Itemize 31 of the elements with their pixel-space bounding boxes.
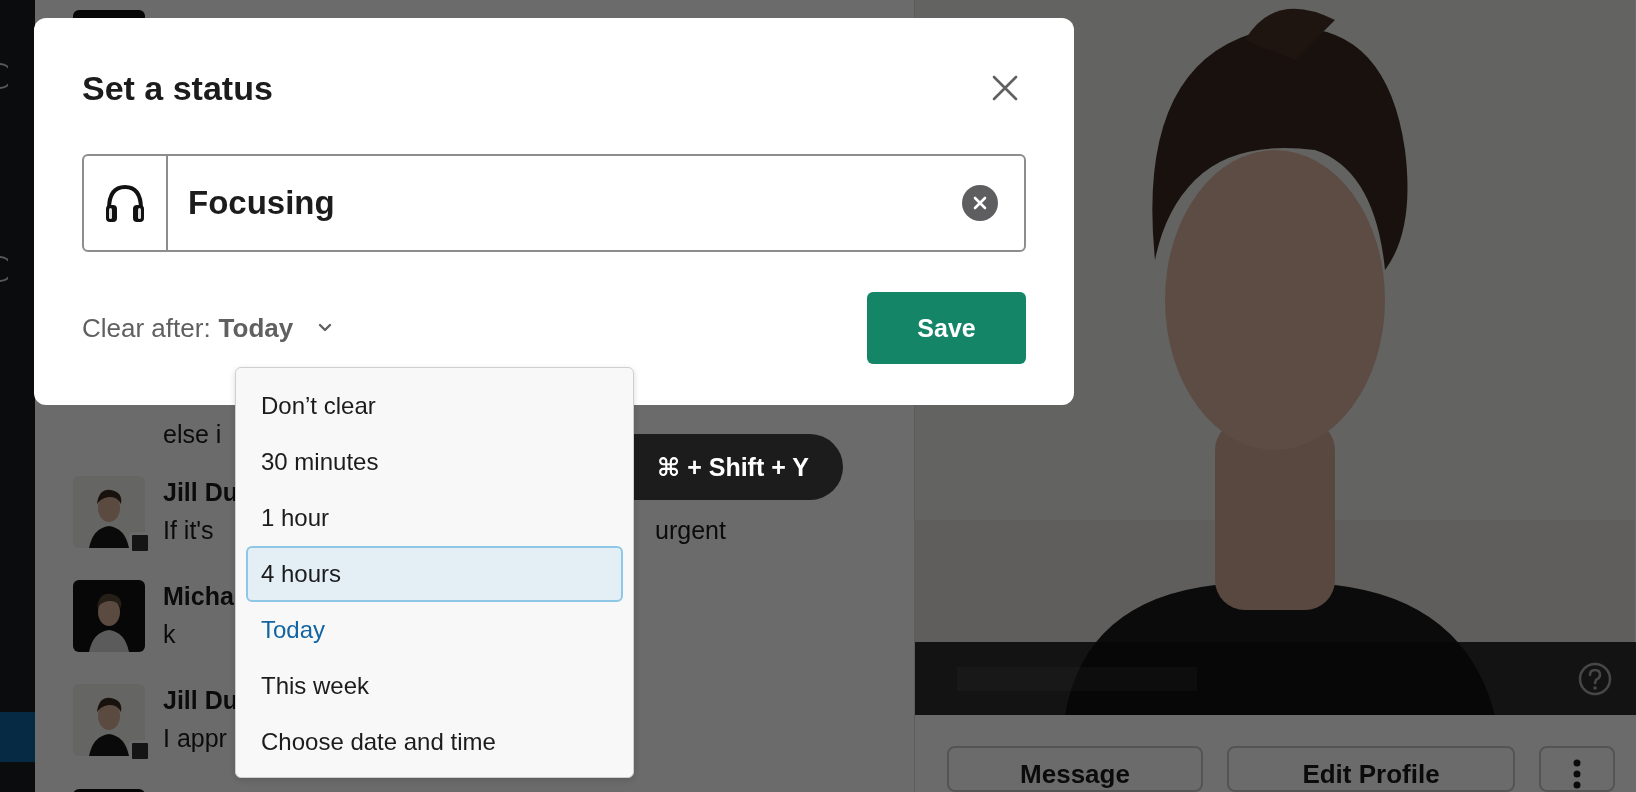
clear-after-label: Clear after: (82, 312, 211, 344)
help-icon (1578, 661, 1612, 696)
message-text: If it's (163, 515, 214, 546)
more-button[interactable] (1539, 746, 1615, 792)
clear-button[interactable] (962, 185, 998, 221)
status-field[interactable]: Focusing (82, 154, 1026, 252)
profile-button[interactable]: Message (947, 746, 1203, 792)
message-text: I appr (163, 723, 227, 754)
menu-item[interactable]: Don’t clear (246, 378, 623, 434)
message-text: else i (163, 419, 222, 450)
menu-item[interactable]: Choose date and time (246, 714, 623, 770)
profile-button[interactable]: Edit Profile (1227, 746, 1515, 792)
close-icon (992, 75, 1018, 101)
message-text: k (163, 619, 176, 650)
menu-item[interactable]: This week (246, 658, 623, 714)
kebab-icon (1573, 759, 1581, 789)
close-button[interactable] (992, 75, 1018, 101)
close-icon (972, 195, 988, 211)
shortcut-text: ⌘ + Shift + Y (657, 452, 809, 482)
menu-item[interactable]: 1 hour (246, 490, 623, 546)
dialog-title: Set a status (82, 68, 273, 109)
clear-after-dropdown[interactable]: Clear after: Today (82, 312, 334, 344)
menu-item[interactable]: 4 hours (246, 546, 623, 602)
chevron-down-icon (317, 323, 334, 333)
message-text: urgent (655, 515, 726, 546)
headphones-icon (103, 183, 147, 223)
save-button[interactable]: Save (867, 292, 1026, 364)
menu-item[interactable]: Today (246, 602, 623, 658)
status-input[interactable]: Focusing (168, 184, 962, 222)
clear-after-value: Today (218, 312, 294, 344)
menu-item[interactable]: 30 minutes (246, 434, 623, 490)
